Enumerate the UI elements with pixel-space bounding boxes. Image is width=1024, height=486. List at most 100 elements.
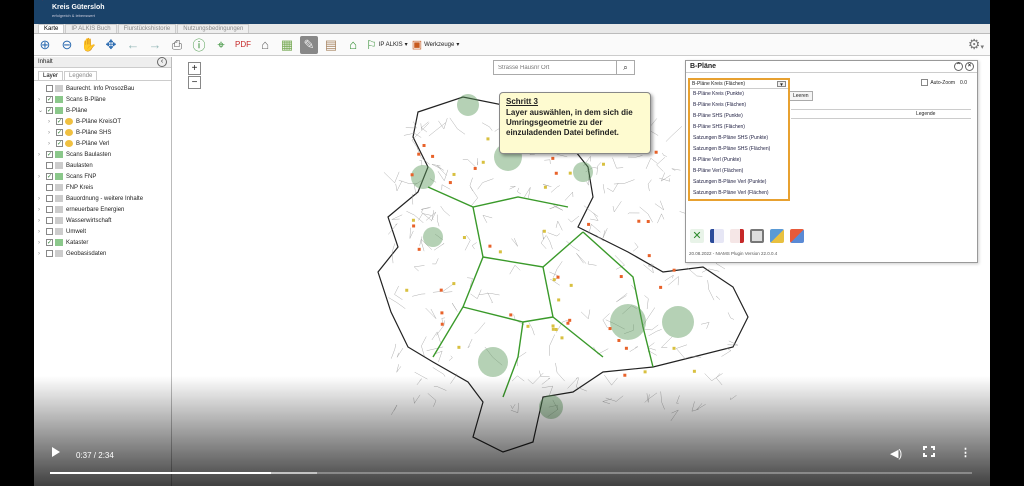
expand-arrow-icon[interactable]: › xyxy=(38,218,46,224)
ip-alkis-menu[interactable]: ⚐ IP ALKIS ▾ xyxy=(366,38,408,52)
layer-item[interactable]: › Geobasisdaten xyxy=(38,248,171,259)
expand-arrow-icon[interactable]: › xyxy=(38,229,46,235)
layer-checkbox[interactable] xyxy=(46,250,53,257)
expand-arrow-icon[interactable]: › xyxy=(38,97,46,103)
layer-item[interactable]: Baulasten xyxy=(38,160,171,171)
dropdown-option[interactable]: Satzungen B-Pläne SHS (Punkte) xyxy=(690,133,788,144)
tab-nutzungsbedingungen[interactable]: Nutzungsbedingungen xyxy=(177,24,250,33)
expand-arrow-icon[interactable]: › xyxy=(48,119,56,125)
expand-arrow-icon[interactable]: › xyxy=(48,141,56,147)
layer-item[interactable]: › Bauordnung - weitere Inhalte xyxy=(38,193,171,204)
print-icon[interactable]: ⎙ xyxy=(168,36,186,54)
dropdown-selected[interactable]: B-Pläne Kreis (Flächen) ▾ xyxy=(690,80,788,89)
layer-item[interactable]: ⌄ ✓ B-Pläne xyxy=(38,105,171,116)
video-progress-bar[interactable] xyxy=(50,472,972,474)
layers-icon[interactable]: ▦ xyxy=(278,36,296,54)
expand-arrow-icon[interactable]: › xyxy=(48,130,56,136)
measure-icon[interactable]: ✎ xyxy=(300,35,318,54)
layer-checkbox[interactable]: ✓ xyxy=(46,239,53,246)
dropdown-option[interactable]: Satzungen B-Pläne Verl (Flächen) xyxy=(690,188,788,199)
search-icon[interactable]: ⌕ xyxy=(616,61,634,74)
layer-item[interactable]: › ✓ B-Pläne Verl xyxy=(38,138,171,149)
expand-arrow-icon[interactable]: › xyxy=(38,196,46,202)
layer-checkbox[interactable] xyxy=(46,85,53,92)
layer-checkbox[interactable] xyxy=(46,206,53,213)
move-icon[interactable]: ✥ xyxy=(102,36,120,54)
layer-checkbox[interactable] xyxy=(46,195,53,202)
close-icon[interactable]: × xyxy=(965,62,974,71)
collapse-icon[interactable]: ‹ xyxy=(157,57,167,67)
layer-checkbox[interactable]: ✓ xyxy=(56,140,63,147)
layer-item[interactable]: › Umwelt xyxy=(38,226,171,237)
dropdown-option[interactable]: B-Pläne Kreis (Punkte) xyxy=(690,89,788,100)
search-input[interactable] xyxy=(494,61,616,74)
layer-item[interactable]: › Wasserwirtschaft xyxy=(38,215,171,226)
expand-arrow-icon[interactable]: › xyxy=(38,174,46,180)
layer-item[interactable]: Baurecht. Info ProsozBau xyxy=(38,83,171,94)
layer-checkbox[interactable]: ✓ xyxy=(46,107,53,114)
layer-item[interactable]: › erneuerbare Energien xyxy=(38,204,171,215)
layer-checkbox[interactable] xyxy=(46,228,53,235)
tab-karte[interactable]: Karte xyxy=(38,24,65,33)
dropdown-option[interactable]: B-Pläne Verl (Flächen) xyxy=(690,166,788,177)
autozoom-control[interactable]: Auto-Zoom 0.0 xyxy=(921,79,967,86)
pan-hand-icon[interactable]: ✋ xyxy=(80,36,98,54)
leeren-button[interactable]: Leeren xyxy=(789,91,813,101)
settings-gear-icon[interactable]: ⚙▾ xyxy=(968,36,984,53)
expand-arrow-icon[interactable]: › xyxy=(38,152,46,158)
zoom-in-icon[interactable]: ⊕ xyxy=(36,36,54,54)
chart-icon[interactable] xyxy=(770,229,784,243)
layer-checkbox[interactable]: ✓ xyxy=(56,118,63,125)
pdf-icon[interactable]: PDF xyxy=(234,36,252,54)
dropdown-option[interactable]: Satzungen B-Pläne SHS (Flächen) xyxy=(690,144,788,155)
layer-checkbox[interactable] xyxy=(46,162,53,169)
layer-item[interactable]: › ✓ Scans Baulasten xyxy=(38,149,171,160)
werkzeuge-menu[interactable]: ▣ Werkzeuge ▾ xyxy=(412,38,460,51)
map-zoom-out-button[interactable]: − xyxy=(188,76,201,89)
expand-arrow-icon[interactable]: ⌄ xyxy=(38,107,46,114)
tab-legende[interactable]: Legende xyxy=(64,71,98,80)
dropdown-option[interactable]: B-Pläne SHS (Punkte) xyxy=(690,111,788,122)
layer-checkbox[interactable]: ✓ xyxy=(46,173,53,180)
dropdown-option[interactable]: B-Pläne SHS (Flächen) xyxy=(690,122,788,133)
location-pin-icon[interactable]: ⌖ xyxy=(212,36,230,54)
tab-ip-alkis-buch[interactable]: IP ALKIS Buch xyxy=(65,24,117,33)
home-icon[interactable]: ⌂ xyxy=(344,36,362,54)
volume-icon[interactable]: ◀) xyxy=(890,447,902,460)
play-icon[interactable] xyxy=(52,447,60,457)
layer-item[interactable]: › ✓ Scans B-Pläne xyxy=(38,94,171,105)
zoom-out-icon[interactable]: ⊖ xyxy=(58,36,76,54)
layer-checkbox[interactable] xyxy=(46,217,53,224)
layer-checkbox[interactable]: ✓ xyxy=(46,151,53,158)
expand-arrow-icon[interactable]: › xyxy=(38,251,46,257)
layer-checkbox[interactable] xyxy=(46,184,53,191)
expand-arrow-icon[interactable]: › xyxy=(38,240,46,246)
tab-layer[interactable]: Layer xyxy=(38,71,64,80)
map-icon[interactable]: ▤ xyxy=(322,36,340,54)
layer-item[interactable]: › ✓ B-Pläne KreisOT xyxy=(38,116,171,127)
tab-flurstueckshistorie[interactable]: Flurstückshistorie xyxy=(117,24,177,33)
logo[interactable]: Kreis Gütersloh erfolgreich & lebenswert xyxy=(52,4,105,20)
cross-arrows-icon[interactable]: ✕ xyxy=(690,229,704,243)
layer-checkbox[interactable]: ✓ xyxy=(46,96,53,103)
dropdown-option[interactable]: Satzungen B-Pläne Verl (Punkte) xyxy=(690,177,788,188)
layer-item[interactable]: FNP Kreis xyxy=(38,182,171,193)
building-icon[interactable]: ⌂ xyxy=(256,36,274,54)
layer-item[interactable]: › ✓ Scans FNP xyxy=(38,171,171,182)
layer-select-dropdown[interactable]: B-Pläne Kreis (Flächen) ▾ B-Pläne Kreis … xyxy=(688,78,790,201)
layer-item[interactable]: › ✓ B-Pläne SHS xyxy=(38,127,171,138)
forward-arrow-icon[interactable]: → xyxy=(146,36,164,54)
info-icon[interactable]: ⓘ xyxy=(190,36,208,54)
more-options-icon[interactable]: ⋮ xyxy=(960,446,971,459)
minimize-icon[interactable]: ⌃ xyxy=(954,62,963,71)
layer-checkbox[interactable]: ✓ xyxy=(56,129,63,136)
export-icon[interactable] xyxy=(730,229,744,243)
back-arrow-icon[interactable]: ← xyxy=(124,36,142,54)
map-zoom-in-button[interactable]: + xyxy=(188,62,201,75)
import-icon[interactable] xyxy=(710,229,724,243)
expand-arrow-icon[interactable]: › xyxy=(38,207,46,213)
chevron-down-icon[interactable]: ▾ xyxy=(777,81,786,88)
dropdown-option[interactable]: B-Pläne Verl (Punkte) xyxy=(690,155,788,166)
square-select-icon[interactable] xyxy=(750,229,764,243)
picture-icon[interactable] xyxy=(790,229,804,243)
